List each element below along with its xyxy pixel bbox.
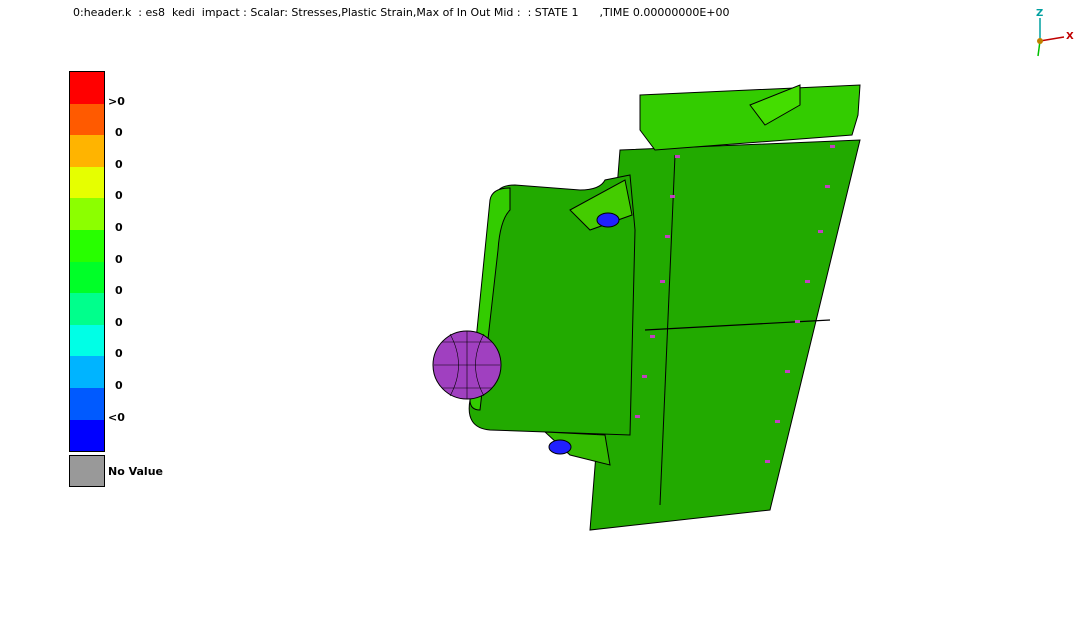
x-axis (1039, 36, 1065, 42)
legend-label: 0 (115, 252, 123, 266)
x-axis-label: X (1066, 31, 1074, 42)
bolt-hole-top (596, 212, 620, 228)
legend-label: 0 (115, 126, 123, 140)
legend-swatch (70, 293, 104, 325)
legend-swatch (70, 324, 104, 357)
legend-label: 0 (115, 157, 123, 171)
bolt-hole-bottom (548, 439, 572, 455)
no-value-swatch (69, 455, 105, 487)
model-top-block (639, 84, 861, 151)
legend-swatch (70, 103, 104, 136)
legend-swatch (70, 387, 104, 420)
legend-label: 0 (115, 189, 123, 203)
legend-swatch (70, 229, 104, 262)
legend-label: 0 (115, 315, 123, 329)
legend-swatch (70, 135, 104, 167)
fringe-legend (69, 71, 105, 453)
axis-triad: Z X (1036, 8, 1074, 57)
legend-label: >0 (108, 94, 125, 108)
legend-label: 0 (115, 379, 123, 392)
legend-swatch (70, 198, 104, 230)
title-header: 0:header.k : es8 kedi impact : Scalar: S… (73, 6, 730, 19)
legend-swatch (70, 261, 104, 294)
no-value-label: No Value (108, 465, 163, 478)
legend-swatch (70, 356, 104, 388)
triad-origin (1037, 38, 1043, 44)
fe-model-view[interactable] (420, 80, 880, 540)
legend-swatch (70, 72, 104, 104)
legend-label: 0 (115, 221, 123, 234)
legend-label: 0 (115, 284, 123, 298)
z-axis-label: Z (1036, 8, 1043, 19)
legend-label: 0 (115, 347, 123, 361)
legend-swatch (70, 166, 104, 199)
legend-swatch (70, 419, 104, 452)
legend-label: <0 (108, 410, 125, 424)
